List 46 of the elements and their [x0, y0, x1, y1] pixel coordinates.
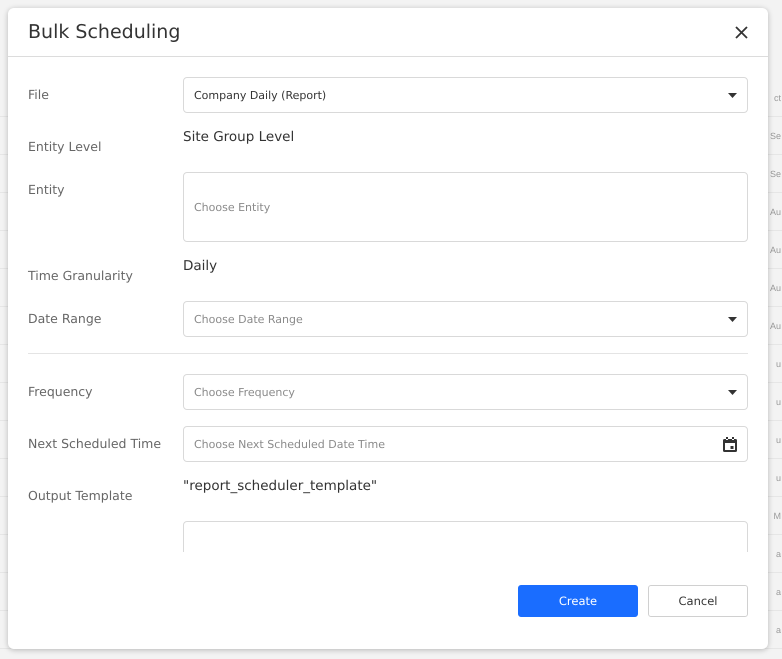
background-table-text: u — [776, 472, 781, 482]
background-table-text: u — [776, 358, 781, 368]
background-table-text: Au — [770, 320, 781, 330]
dropdown-caret-icon — [728, 390, 737, 394]
background-table-text: a — [776, 548, 781, 558]
date-time-field[interactable]: Choose Next Scheduled Date Time — [183, 426, 748, 462]
placeholder-text: Choose Frequency — [194, 386, 295, 398]
background-table-text: Au — [770, 206, 781, 216]
placeholder-text: Choose Entity — [194, 200, 270, 214]
field-label: File — [28, 86, 50, 102]
input-field[interactable] — [183, 521, 748, 552]
placeholder-text: Choose Next Scheduled Date Time — [194, 438, 385, 450]
selected-value: Company Daily (Report) — [194, 88, 326, 102]
dropdown-caret-icon — [728, 92, 737, 98]
background-table-text: ct — [774, 92, 781, 102]
dialog-title: Bulk Scheduling — [28, 21, 180, 43]
background-table-text: Se — [770, 168, 781, 178]
calendar-icon — [723, 436, 737, 452]
field-value: "report_scheduler_template" — [183, 478, 378, 494]
background-table-text: u — [776, 434, 781, 444]
dropdown-field[interactable]: Choose Date Range — [183, 301, 748, 337]
field-label: Entity Level — [28, 138, 102, 154]
background-table-text: a — [776, 624, 781, 634]
dropdown-field[interactable]: Company Daily (Report) — [183, 77, 748, 113]
close-button[interactable] — [733, 24, 750, 40]
entity-field[interactable]: Choose Entity — [183, 172, 748, 242]
dropdown-caret-icon — [728, 316, 737, 322]
background-table-text: Se — [770, 130, 781, 140]
placeholder-text: Choose Date Range — [194, 312, 303, 326]
field-label: Date Range — [28, 310, 102, 326]
background-table-text: a — [776, 586, 781, 596]
dropdown-field[interactable]: Choose Frequency — [183, 374, 748, 410]
field-label: Time Granularity — [28, 267, 134, 283]
field-label: Entity — [28, 181, 66, 197]
background-table-text: Au — [770, 244, 781, 254]
field-value: Daily — [183, 258, 218, 274]
field-label: Next Scheduled Time — [28, 435, 162, 451]
field-value: Site Group Level — [183, 129, 296, 145]
close-icon — [735, 26, 748, 38]
background-table-text: u — [776, 396, 781, 406]
background-table-text: Au — [770, 282, 781, 292]
create-button[interactable]: Create — [518, 584, 638, 616]
background-table-text: M — [774, 510, 781, 520]
field-label: Output Template — [28, 487, 134, 503]
cancel-button[interactable]: Cancel — [648, 584, 748, 616]
field-label: Frequency — [28, 383, 94, 399]
